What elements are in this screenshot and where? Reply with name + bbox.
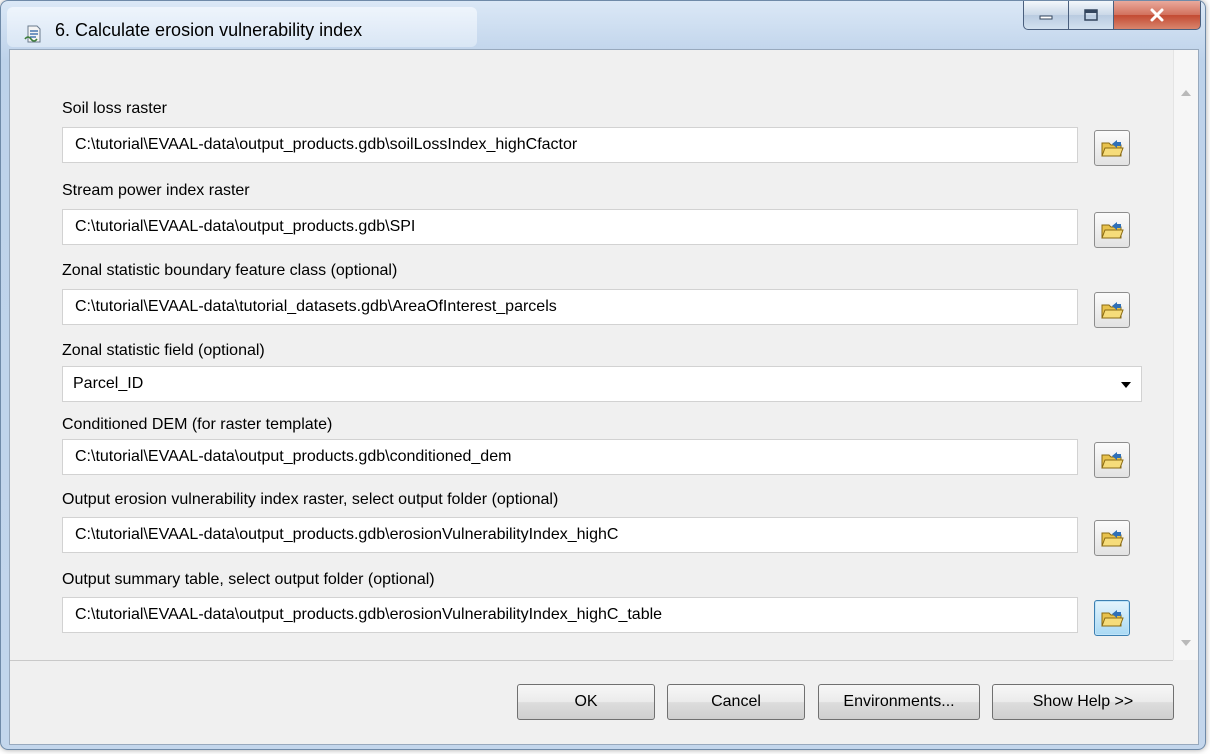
output-summary-table-browse-button[interactable] bbox=[1094, 600, 1130, 636]
cancel-button[interactable]: Cancel bbox=[667, 684, 805, 720]
zonal-statistic-field-dropdown[interactable]: Parcel_ID bbox=[62, 366, 1142, 402]
zonal-statistic-field-value: Parcel_ID bbox=[73, 375, 144, 392]
open-folder-icon bbox=[1101, 302, 1124, 319]
soil-loss-raster-input[interactable]: C:\tutorial\EVAAL-data\output_products.g… bbox=[62, 127, 1078, 163]
parameter-panel: Soil loss raster C:\tutorial\EVAAL-data\… bbox=[10, 50, 1173, 661]
output-summary-table-input[interactable]: C:\tutorial\EVAAL-data\output_products.g… bbox=[62, 597, 1078, 633]
title-bar[interactable]: 6. Calculate erosion vulnerability index bbox=[1, 1, 1205, 51]
open-folder-icon bbox=[1101, 530, 1124, 547]
zonal-boundary-feature-class-input[interactable]: C:\tutorial\EVAAL-data\tutorial_datasets… bbox=[62, 289, 1078, 325]
python-script-icon bbox=[23, 23, 45, 45]
open-folder-icon bbox=[1101, 452, 1124, 469]
close-button[interactable] bbox=[1114, 1, 1201, 30]
open-folder-icon bbox=[1101, 610, 1124, 627]
open-folder-icon bbox=[1101, 140, 1124, 157]
maximize-icon bbox=[1084, 9, 1098, 21]
stream-power-index-raster-browse-button[interactable] bbox=[1094, 212, 1130, 248]
stream-power-index-raster-input[interactable]: C:\tutorial\EVAAL-data\output_products.g… bbox=[62, 209, 1078, 245]
zonal-boundary-feature-class-browse-button[interactable] bbox=[1094, 292, 1130, 328]
dialog-client-area: Soil loss raster C:\tutorial\EVAAL-data\… bbox=[9, 49, 1199, 745]
stream-power-index-raster-label: Stream power index raster bbox=[62, 182, 250, 199]
minimize-icon bbox=[1039, 15, 1053, 20]
soil-loss-raster-label: Soil loss raster bbox=[62, 100, 167, 117]
close-icon bbox=[1150, 8, 1164, 22]
conditioned-dem-label: Conditioned DEM (for raster template) bbox=[62, 416, 333, 433]
maximize-button[interactable] bbox=[1069, 1, 1114, 30]
soil-loss-raster-browse-button[interactable] bbox=[1094, 130, 1130, 166]
window-title: 6. Calculate erosion vulnerability index bbox=[55, 20, 363, 40]
conditioned-dem-browse-button[interactable] bbox=[1094, 442, 1130, 478]
output-erosion-raster-input[interactable]: C:\tutorial\EVAAL-data\output_products.g… bbox=[62, 517, 1078, 553]
environments-button[interactable]: Environments... bbox=[818, 684, 980, 720]
output-summary-table-label: Output summary table, select output fold… bbox=[62, 571, 435, 588]
output-erosion-raster-label: Output erosion vulnerability index raste… bbox=[62, 491, 559, 508]
ok-button[interactable]: OK bbox=[517, 684, 655, 720]
conditioned-dem-input[interactable]: C:\tutorial\EVAAL-data\output_products.g… bbox=[62, 439, 1078, 475]
show-help-button[interactable]: Show Help >> bbox=[992, 684, 1174, 720]
output-erosion-raster-browse-button[interactable] bbox=[1094, 520, 1130, 556]
chevron-down-icon[interactable] bbox=[1121, 382, 1131, 388]
minimize-button[interactable] bbox=[1023, 1, 1069, 30]
scroll-down-icon[interactable] bbox=[1181, 640, 1191, 646]
dialog-window: 6. Calculate erosion vulnerability index bbox=[0, 0, 1206, 750]
zonal-boundary-feature-class-label: Zonal statistic boundary feature class (… bbox=[62, 262, 398, 279]
vertical-scrollbar[interactable] bbox=[1173, 50, 1198, 660]
zonal-statistic-field-label: Zonal statistic field (optional) bbox=[62, 342, 265, 359]
open-folder-icon bbox=[1101, 222, 1124, 239]
scroll-up-icon[interactable] bbox=[1181, 90, 1191, 96]
